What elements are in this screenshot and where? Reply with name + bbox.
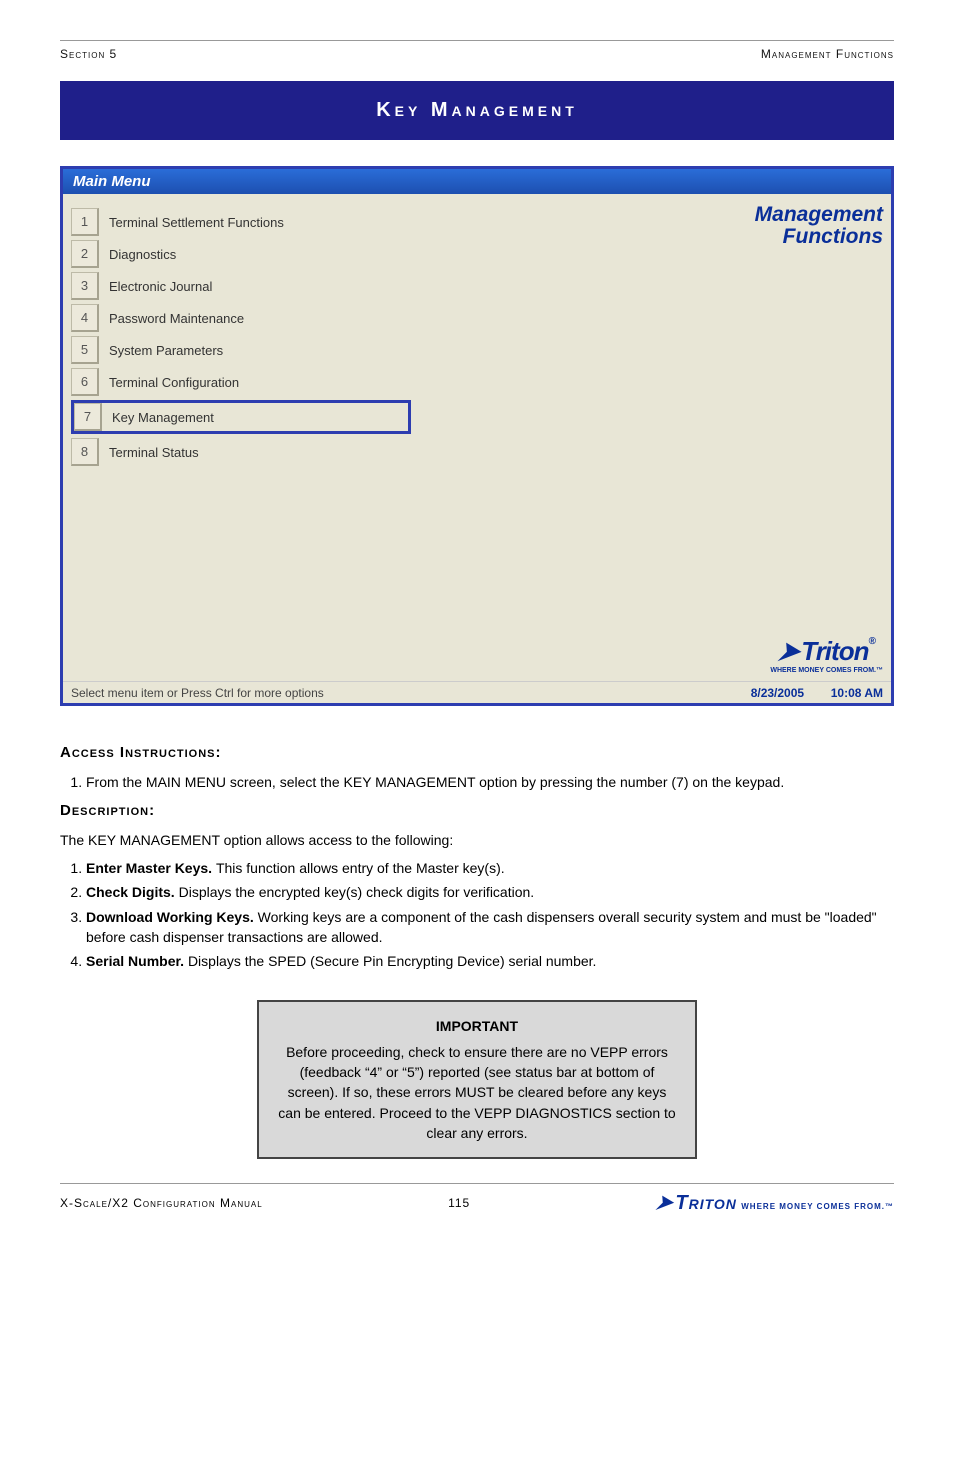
menu-key-button[interactable]: 3 <box>71 272 99 300</box>
desc-item: Serial Number. Displays the SPED (Secure… <box>86 951 894 971</box>
menu-item-6[interactable]: 6 Terminal Configuration <box>71 368 411 396</box>
menu-item-label: Terminal Settlement Functions <box>109 215 284 230</box>
status-bar: Select menu item or Press Ctrl for more … <box>63 681 891 703</box>
access-label: Access Instructions: <box>60 744 222 761</box>
menu-item-5[interactable]: 5 System Parameters <box>71 336 411 364</box>
page-footer: X-Scale/X2 Configuration Manual 115 ➤Tri… <box>60 1183 894 1215</box>
menu-item-label: System Parameters <box>109 343 223 358</box>
menu-key-button[interactable]: 4 <box>71 304 99 332</box>
menu-item-2[interactable]: 2 Diagnostics <box>71 240 411 268</box>
screenshot-window: Main Menu 1 Terminal Settlement Functions… <box>60 166 894 706</box>
desc-item: Download Working Keys. Working keys are … <box>86 907 894 948</box>
menu-item-3[interactable]: 3 Electronic Journal <box>71 272 411 300</box>
menu-item-label: Diagnostics <box>109 247 176 262</box>
management-functions-label: Management Functions <box>543 204 883 248</box>
menu-item-label: Password Maintenance <box>109 311 244 326</box>
access-steps: From the MAIN MENU screen, select the KE… <box>86 772 894 792</box>
note-text: Before proceeding, check to ensure there… <box>278 1044 675 1141</box>
triton-tagline: WHERE MONEY COMES FROM.™ <box>770 667 883 674</box>
triton-mark-icon: ➤ <box>775 636 802 667</box>
footer-logo: ➤Triton WHERE MONEY COMES FROM.™ <box>656 1190 894 1215</box>
triton-logo: ➤Triton® WHERE MONEY COMES FROM.™ <box>770 636 883 674</box>
menu-item-7[interactable]: 7 Key Management <box>71 400 411 434</box>
menu-column: 1 Terminal Settlement Functions 2 Diagnosti… <box>63 194 543 678</box>
window-title-bar: Main Menu <box>63 169 891 194</box>
menu-key-button[interactable]: 1 <box>71 208 99 236</box>
description-block: Access Instructions: From the MAIN MENU … <box>60 742 894 1159</box>
status-help: Select menu item or Press Ctrl for more … <box>71 686 324 700</box>
mgmt-line1: Management <box>755 203 883 226</box>
menu-item-label: Terminal Configuration <box>109 375 239 390</box>
menu-item-1[interactable]: 1 Terminal Settlement Functions <box>71 208 411 236</box>
right-column: Management Functions ➤Triton® WHERE MONE… <box>543 194 891 678</box>
menu-item-4[interactable]: 4 Password Maintenance <box>71 304 411 332</box>
menu-key-button[interactable]: 7 <box>74 403 102 431</box>
desc-item: Enter Master Keys. This function allows … <box>86 858 894 878</box>
footer-triton-tagline: WHERE MONEY COMES FROM.™ <box>741 1202 894 1211</box>
desc-intro: The KEY MANAGEMENT option allows access … <box>60 830 894 850</box>
page-header: Section 5 Management Functions <box>60 47 894 61</box>
menu-item-label: Electronic Journal <box>109 279 212 294</box>
triton-reg: ® <box>868 636 874 647</box>
menu-item-label: Terminal Status <box>109 445 199 460</box>
triton-name: Triton <box>801 636 868 666</box>
menu-key-button[interactable]: 6 <box>71 368 99 396</box>
section-title-bar: Key Management <box>60 81 894 140</box>
menu-key-button[interactable]: 5 <box>71 336 99 364</box>
footer-triton-name: Triton <box>675 1192 737 1214</box>
header-title: Management Functions <box>761 47 894 61</box>
top-rule <box>60 40 894 41</box>
note-heading: IMPORTANT <box>277 1016 677 1036</box>
desc-label: Description: <box>60 802 155 819</box>
access-step: From the MAIN MENU screen, select the KE… <box>86 772 894 792</box>
footer-left: X-Scale/X2 Configuration Manual <box>60 1196 263 1210</box>
mgmt-line2: Functions <box>783 225 883 248</box>
triton-mark-icon: ➤ <box>653 1190 676 1215</box>
desc-items: Enter Master Keys. This function allows … <box>86 858 894 971</box>
important-note: IMPORTANT Before proceeding, check to en… <box>257 1000 697 1160</box>
menu-key-button[interactable]: 2 <box>71 240 99 268</box>
menu-key-button[interactable]: 8 <box>71 438 99 466</box>
menu-item-8[interactable]: 8 Terminal Status <box>71 438 411 466</box>
status-time: 10:08 AM <box>831 686 883 700</box>
desc-item: Check Digits. Displays the encrypted key… <box>86 882 894 902</box>
footer-page: 115 <box>448 1196 470 1210</box>
menu-item-label: Key Management <box>112 410 214 425</box>
status-date: 8/23/2005 <box>751 686 804 700</box>
header-chapter: Section 5 <box>60 47 117 61</box>
